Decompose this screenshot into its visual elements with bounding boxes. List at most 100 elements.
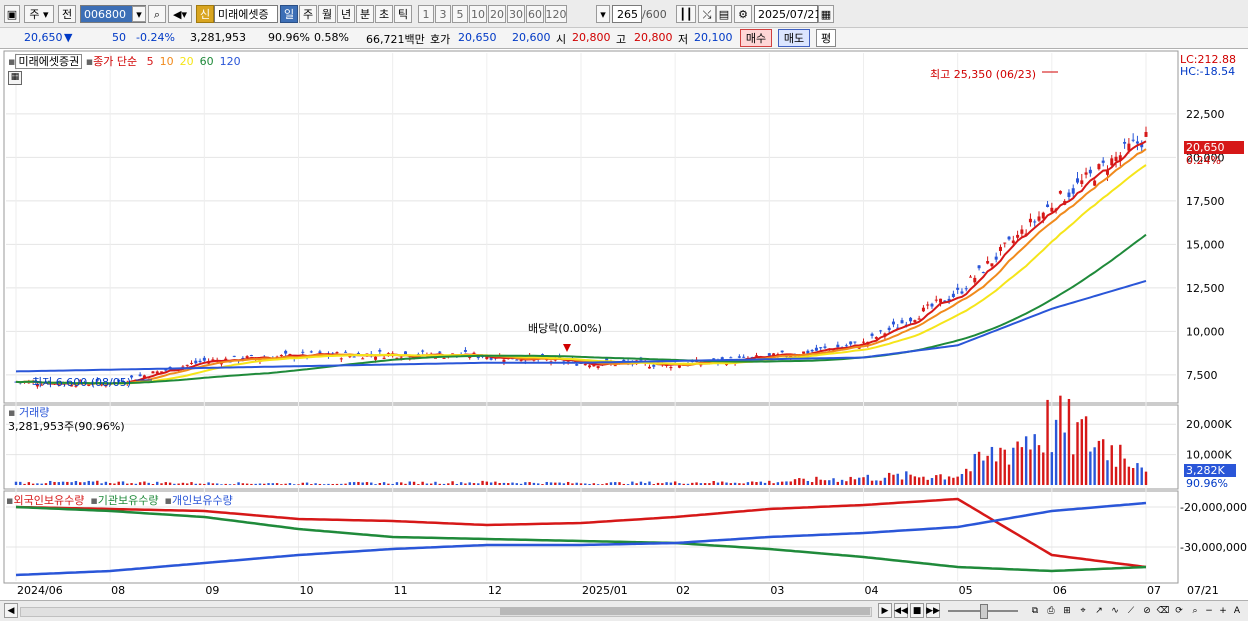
layout-icon[interactable]: ▣ [4, 5, 20, 23]
candle-body [823, 346, 827, 348]
zoom-slider-handle[interactable] [980, 604, 988, 619]
candle-body [1097, 164, 1101, 170]
volume-bar [1144, 471, 1148, 485]
volume-bar [751, 481, 754, 485]
holdings-tick: -20,000,000 [1180, 501, 1247, 514]
candle-body [939, 298, 943, 303]
period-tab-1[interactable]: 주 [299, 5, 317, 23]
wave-icon[interactable]: ∿ [1108, 603, 1122, 618]
volume-bar [314, 483, 317, 485]
volume-bar [1063, 432, 1066, 485]
interval-button-0[interactable]: 1 [418, 5, 434, 23]
candle-type-icon[interactable]: ┃┃ [676, 5, 696, 23]
interval-button-7[interactable]: 120 [545, 5, 567, 23]
interval-dropdown-icon[interactable]: ▾ [596, 5, 610, 23]
rewind-icon[interactable]: ◀◀ [894, 603, 908, 618]
calendar-icon[interactable]: ▦ [818, 5, 834, 23]
x-tick: 04 [865, 584, 879, 597]
zoom-icon[interactable]: ⌕ [1188, 603, 1202, 618]
market-select[interactable]: 주 ▾ [24, 5, 54, 23]
forward-icon[interactable]: ▶▶ [926, 603, 940, 618]
sound-icon[interactable]: ◀▾ [168, 5, 192, 23]
volume-bar [160, 483, 163, 485]
volume-bar [939, 474, 942, 485]
interval-button-5[interactable]: 30 [507, 5, 525, 23]
print-icon[interactable]: ⎙ [1044, 603, 1058, 618]
count-input[interactable]: 265 [612, 5, 642, 23]
avg-button[interactable]: 평 [816, 29, 836, 47]
gear-icon[interactable]: ⚙ [734, 5, 752, 23]
candle-body [909, 317, 913, 322]
volume-tick: 10,000K [1186, 449, 1232, 462]
candle-body [802, 351, 806, 354]
volume-bar [725, 482, 728, 485]
volume-bar [511, 482, 514, 485]
font-icon[interactable]: A [1230, 603, 1244, 618]
volume-bar [823, 480, 827, 485]
volume-bar [421, 481, 424, 485]
interval-button-4[interactable]: 20 [488, 5, 506, 23]
volume-bar [909, 474, 912, 485]
candle-body [669, 367, 673, 369]
zoom-out-icon[interactable]: − [1202, 603, 1216, 618]
pin-icon[interactable]: ⌖ [1076, 603, 1090, 618]
price-tick: 15,000 [1186, 238, 1225, 251]
candle-body [249, 355, 253, 357]
scroll-right-icon[interactable]: ▶ [878, 603, 892, 618]
period-tab-3[interactable]: 년 [337, 5, 355, 23]
search-icon[interactable]: ⌕ [148, 5, 166, 23]
code-dropdown-icon[interactable]: ▾ [132, 6, 146, 22]
interval-button-1[interactable]: 3 [435, 5, 451, 23]
prev-button[interactable]: 전 [58, 5, 76, 23]
candle-body [742, 356, 746, 358]
volume-bar [661, 483, 664, 485]
save-icon[interactable]: ▤ [716, 5, 732, 23]
buy-button[interactable]: 매수 [740, 29, 772, 47]
refresh-icon[interactable]: ⟳ [1172, 603, 1186, 618]
date-input[interactable]: 2025/07/21 [754, 5, 821, 23]
sell-button[interactable]: 매도 [778, 29, 810, 47]
volume-bar [789, 481, 792, 485]
volume-bar [960, 473, 964, 485]
candle-body [879, 330, 883, 332]
layout-grid-icon[interactable]: ⊞ [1060, 603, 1074, 618]
volume-bar [738, 483, 741, 485]
fan-icon[interactable]: ⊘ [1140, 603, 1154, 618]
scroll-left-icon[interactable]: ◀ [4, 603, 18, 618]
zoom-in-icon[interactable]: + [1216, 603, 1230, 618]
volume-bar [614, 482, 617, 485]
volume-bar [729, 483, 733, 485]
interval-button-6[interactable]: 60 [526, 5, 544, 23]
volume-bar [943, 479, 947, 485]
eraser-icon[interactable]: ⌫ [1156, 603, 1170, 618]
copy-icon[interactable]: ⧉ [1028, 603, 1042, 618]
scrollbar-thumb[interactable] [500, 607, 870, 615]
period-tab-2[interactable]: 월 [318, 5, 336, 23]
volume-bar [883, 477, 887, 485]
period-tab-4[interactable]: 분 [356, 5, 374, 23]
period-tab-5[interactable]: 초 [375, 5, 393, 23]
volume-bar [44, 483, 48, 485]
chart-area[interactable]: 22,50020,00017,50015,00012,50010,0007,50… [0, 49, 1248, 600]
stop-icon[interactable]: ■ [910, 603, 924, 618]
volume-bar [117, 481, 120, 485]
candle-body [335, 352, 339, 354]
candle-body [1028, 218, 1032, 223]
volume-bar [233, 484, 236, 485]
volume-bar [990, 446, 994, 485]
line-tool-icon[interactable]: ⟋ [1124, 603, 1138, 618]
volume-bar [250, 483, 253, 485]
period-tab-0[interactable]: 일 [280, 5, 298, 23]
candle-body [344, 351, 348, 353]
interval-button-2[interactable]: 5 [452, 5, 468, 23]
volume-bar [156, 481, 159, 485]
crosshair-icon[interactable]: ⤯ [698, 5, 716, 23]
period-tab-6[interactable]: 틱 [394, 5, 412, 23]
table-icon[interactable]: ▦ [8, 71, 22, 85]
trend-icon[interactable]: ↗ [1092, 603, 1106, 618]
volume-tick: 20,000K [1186, 418, 1232, 431]
volume-bar [810, 482, 814, 485]
low-label: 저 [678, 33, 689, 46]
volume-bar [541, 484, 544, 485]
interval-button-3[interactable]: 10 [469, 5, 487, 23]
